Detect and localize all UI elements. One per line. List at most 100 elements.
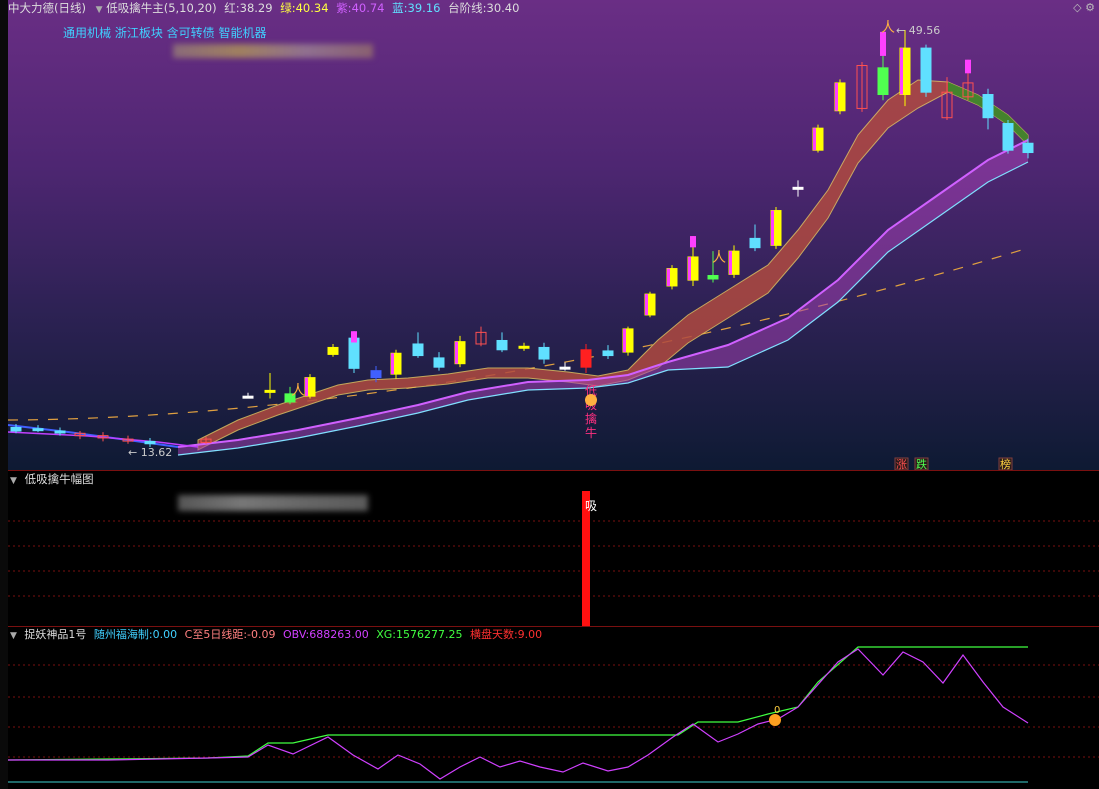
diamond-icon[interactable]: ◇: [1073, 1, 1081, 14]
purple-band: [178, 140, 1028, 455]
candle-accent: [623, 328, 626, 353]
indicator-name[interactable]: 低吸擒牛主(5,10,20): [106, 1, 216, 15]
runner-icon: 人: [291, 383, 305, 399]
mid-title: 低吸擒牛幅图: [24, 472, 94, 486]
collapse-icon[interactable]: ▼: [10, 476, 17, 486]
l4-value: 1576277.25: [395, 628, 463, 641]
signal-char: 牛: [585, 425, 597, 440]
candle-body: [518, 345, 530, 349]
candle-body: [433, 357, 445, 368]
red-value: 38.29: [239, 1, 273, 15]
candle-body: [264, 389, 276, 393]
collapse-icon[interactable]: ▼: [96, 5, 103, 15]
l3-label: OBV:: [283, 628, 310, 641]
candle-body: [412, 343, 424, 357]
tag-text: 榜: [1000, 457, 1011, 470]
candle-body: [602, 350, 614, 357]
candle-body: [538, 346, 550, 360]
spike-marker: [965, 59, 971, 74]
candle-body: [370, 370, 382, 379]
spike-marker: [690, 236, 696, 248]
main-header: 中大力德(日线) ▼ 低吸擒牛主(5,10,20) 红:38.29 绿:40.3…: [8, 0, 1099, 16]
candlestick-chart: 低吸擒牛人人人← 49.56← 13.62涨跌榜: [8, 20, 1034, 470]
candle-body: [1022, 142, 1034, 154]
xg-line: [8, 646, 1028, 761]
green-label: 绿:: [280, 1, 296, 15]
candle-body: [32, 428, 44, 432]
chart-controls: ◇ ⚙: [1073, 0, 1095, 16]
l2-label: C至5日线距:: [184, 628, 248, 641]
candle-body: [1002, 123, 1014, 151]
green-value: 40.34: [295, 1, 329, 15]
candle-accent: [391, 353, 394, 375]
blurred-info: [173, 44, 373, 58]
candle-body: [982, 94, 994, 119]
candle-accent: [900, 48, 903, 95]
l5-label: 横盘天数:: [469, 628, 518, 641]
cyan-ma-line: [177, 161, 1029, 456]
purple-value: 40.74: [351, 1, 385, 15]
blurred-info: [178, 495, 368, 511]
stock-title: 中大力德(日线): [8, 1, 86, 15]
candle-accent: [729, 251, 732, 275]
mid-header: ▼ 低吸擒牛幅图: [8, 471, 1099, 487]
candle-body: [327, 346, 339, 355]
red-ribbon: [197, 79, 1029, 451]
step-label: 台阶线:: [448, 1, 487, 15]
signal-bars: [8, 491, 1099, 626]
candle-body: [580, 349, 592, 368]
obv-line: [8, 648, 1029, 780]
candle-accent: [771, 210, 774, 246]
runner-icon: 人: [881, 20, 895, 36]
candle-body: [920, 47, 932, 93]
oscillator-lines: [8, 646, 1099, 783]
l3-value: 688263.00: [309, 628, 369, 641]
signal-pane[interactable]: ▼ 低吸擒牛幅图 吸: [8, 471, 1099, 627]
candle-body: [144, 440, 156, 445]
candle-accent: [667, 268, 670, 286]
collapse-icon[interactable]: ▼: [10, 631, 17, 641]
l2-value: -0.09: [247, 628, 276, 641]
signal-char: 擒: [585, 411, 597, 426]
candle-body: [496, 339, 508, 351]
concept-tags[interactable]: 通用机械 浙江板块 含可转债 智能机器: [63, 24, 266, 41]
candle-accent: [305, 377, 308, 397]
candle-body: [348, 337, 360, 369]
low-header: ▼ 捉妖神品1号 随州福海制:0.00 C至5日线距:-0.09 OBV:688…: [8, 627, 1099, 643]
low-price-label: ← 13.62: [128, 446, 172, 459]
l5-value: 9.00: [517, 628, 543, 641]
main-chart-pane[interactable]: 低吸擒牛人人人← 49.56← 13.62涨跌榜 中大力德(日线) ▼ 低吸擒牛…: [8, 0, 1099, 471]
blue-label: 蓝:: [392, 1, 408, 15]
l1-value: 0.00: [152, 628, 178, 641]
blue-value: 39.16: [407, 1, 441, 15]
low-title: 捉妖神品1号: [24, 628, 87, 641]
candle-body: [877, 67, 889, 96]
candle-body: [10, 427, 22, 432]
candle-accent: [835, 82, 838, 111]
purple-label: 紫:: [336, 1, 352, 15]
candle-body: [54, 430, 66, 434]
tag-text: 涨: [896, 458, 907, 470]
spike-marker: [351, 331, 357, 343]
candle-body: [792, 186, 804, 190]
l4-label: XG:: [376, 628, 396, 641]
money-icon: [585, 394, 597, 406]
candle-accent: [455, 341, 458, 364]
candle-accent: [813, 128, 816, 151]
l1-label: 随州福海制:: [93, 628, 153, 641]
candle-accent: [688, 256, 691, 281]
runner-icon: 人: [712, 250, 726, 266]
tag-text: 跌: [916, 457, 927, 470]
candle-body: [559, 366, 571, 370]
candle-accent: [645, 294, 648, 315]
candle-body: [707, 275, 719, 280]
oscillator-pane[interactable]: ▼ 捉妖神品1号 随州福海制:0.00 C至5日线距:-0.09 OBV:688…: [8, 627, 1099, 789]
signal-text: 吸: [585, 499, 598, 513]
red-label: 红:: [224, 1, 240, 15]
marker-text: 0: [774, 705, 781, 716]
gear-icon[interactable]: ⚙: [1085, 1, 1095, 14]
candle-body: [749, 237, 761, 249]
step-value: 30.40: [486, 1, 520, 15]
step-line: [8, 247, 1029, 421]
high-price-label: ← 49.56: [896, 24, 940, 37]
